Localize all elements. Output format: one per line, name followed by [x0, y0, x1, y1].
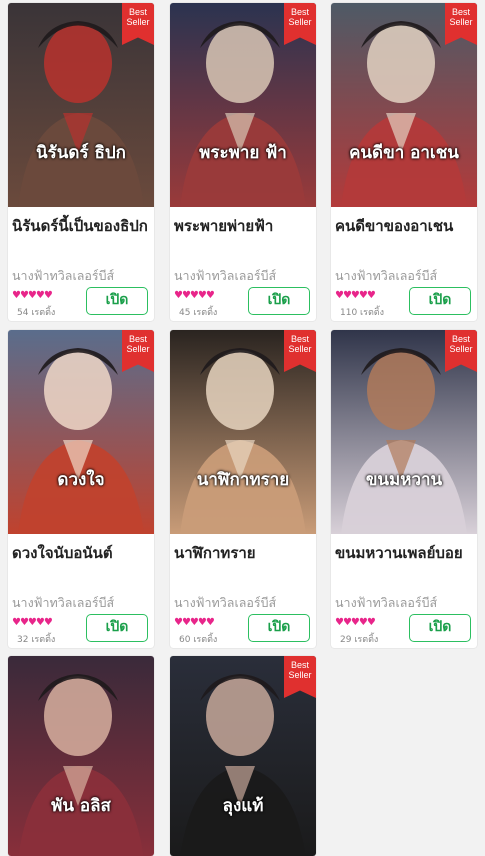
heart-rating-icon: ♥♥♥♥♥ — [335, 617, 376, 628]
heart-rating-icon: ♥♥♥♥♥ — [12, 290, 53, 301]
cover-title-text: พัน อลิส — [51, 796, 111, 816]
book-card[interactable]: นิรันดร์ ธิปก Best Seller นิรันดร์นี้เป็นข… — [8, 3, 154, 321]
rating-count: 32 เรตติ้ง — [17, 635, 56, 645]
open-book-button[interactable]: เปิด — [409, 614, 471, 642]
rating-count: 110 เรตติ้ง — [340, 308, 385, 318]
book-card[interactable]: คนดีขา อาเชน Best Seller คนดีขาของอาเชน นาง… — [331, 3, 477, 321]
cover-title-text: นิรันดร์ ธิปก — [36, 143, 126, 163]
cover-title-text: นาฬิกาทราย — [196, 470, 290, 490]
book-author: นางฟ้าทวิลเลอร์บีส์ — [12, 268, 115, 283]
book-card[interactable]: พระพาย ฟ้า Best Seller พระพายพ่ายฟ้า นางฟ้า… — [170, 3, 316, 321]
cover-title-text: ลุงแท้ — [222, 796, 264, 816]
open-book-button[interactable]: เปิด — [86, 287, 148, 315]
book-title[interactable]: ขนมหวานเพลย์บอย — [335, 542, 475, 565]
cover-title-text: คนดีขา อาเชน — [349, 143, 459, 163]
cover-title-text: ดวงใจ — [57, 470, 105, 490]
cover-title-text: ขนมหวาน — [365, 470, 443, 490]
book-grid: นิรันดร์ ธิปก Best Seller นิรันดร์นี้เป็นข… — [0, 0, 485, 856]
book-author: นางฟ้าทวิลเลอร์บีส์ — [174, 595, 277, 610]
rating-count: 29 เรตติ้ง — [340, 635, 379, 645]
rating-count: 45 เรตติ้ง — [179, 308, 218, 318]
heart-rating-icon: ♥♥♥♥♥ — [174, 290, 215, 301]
open-book-button[interactable]: เปิด — [248, 614, 310, 642]
rating-count: 60 เรตติ้ง — [179, 635, 218, 645]
book-title[interactable]: นาฬิกาทราย — [174, 542, 314, 565]
heart-rating-icon: ♥♥♥♥♥ — [174, 617, 215, 628]
open-book-button[interactable]: เปิด — [86, 614, 148, 642]
book-card[interactable]: นาฬิกาทราย Best Seller นาฬิกาทราย นางฟ้าทวิ… — [170, 330, 316, 648]
book-card[interactable]: พัน อลิส — [8, 656, 154, 856]
book-card[interactable]: ดวงใจ Best Seller ดวงใจนับอนันต์ นางฟ้าทวิล… — [8, 330, 154, 648]
book-author: นางฟ้าทวิลเลอร์บีส์ — [335, 268, 438, 283]
book-cover-image[interactable] — [8, 656, 154, 856]
book-author: นางฟ้าทวิลเลอร์บีส์ — [335, 595, 438, 610]
book-title[interactable]: นิรันดร์นี้เป็นของธิปก — [12, 215, 152, 238]
book-title[interactable]: คนดีขาของอาเชน — [335, 215, 475, 238]
book-author: นางฟ้าทวิลเลอร์บีส์ — [12, 595, 115, 610]
heart-rating-icon: ♥♥♥♥♥ — [12, 617, 53, 628]
book-card[interactable]: ลุงแท้ Best Seller — [170, 656, 316, 856]
book-title[interactable]: ดวงใจนับอนันต์ — [12, 542, 152, 565]
heart-rating-icon: ♥♥♥♥♥ — [335, 290, 376, 301]
rating-count: 54 เรตติ้ง — [17, 308, 56, 318]
cover-title-text: พระพาย ฟ้า — [199, 143, 287, 163]
open-book-button[interactable]: เปิด — [248, 287, 310, 315]
book-title[interactable]: พระพายพ่ายฟ้า — [174, 215, 314, 238]
book-card[interactable]: ขนมหวาน Best Seller ขนมหวานเพลย์บอย นางฟ้าท… — [331, 330, 477, 648]
open-book-button[interactable]: เปิด — [409, 287, 471, 315]
book-author: นางฟ้าทวิลเลอร์บีส์ — [174, 268, 277, 283]
